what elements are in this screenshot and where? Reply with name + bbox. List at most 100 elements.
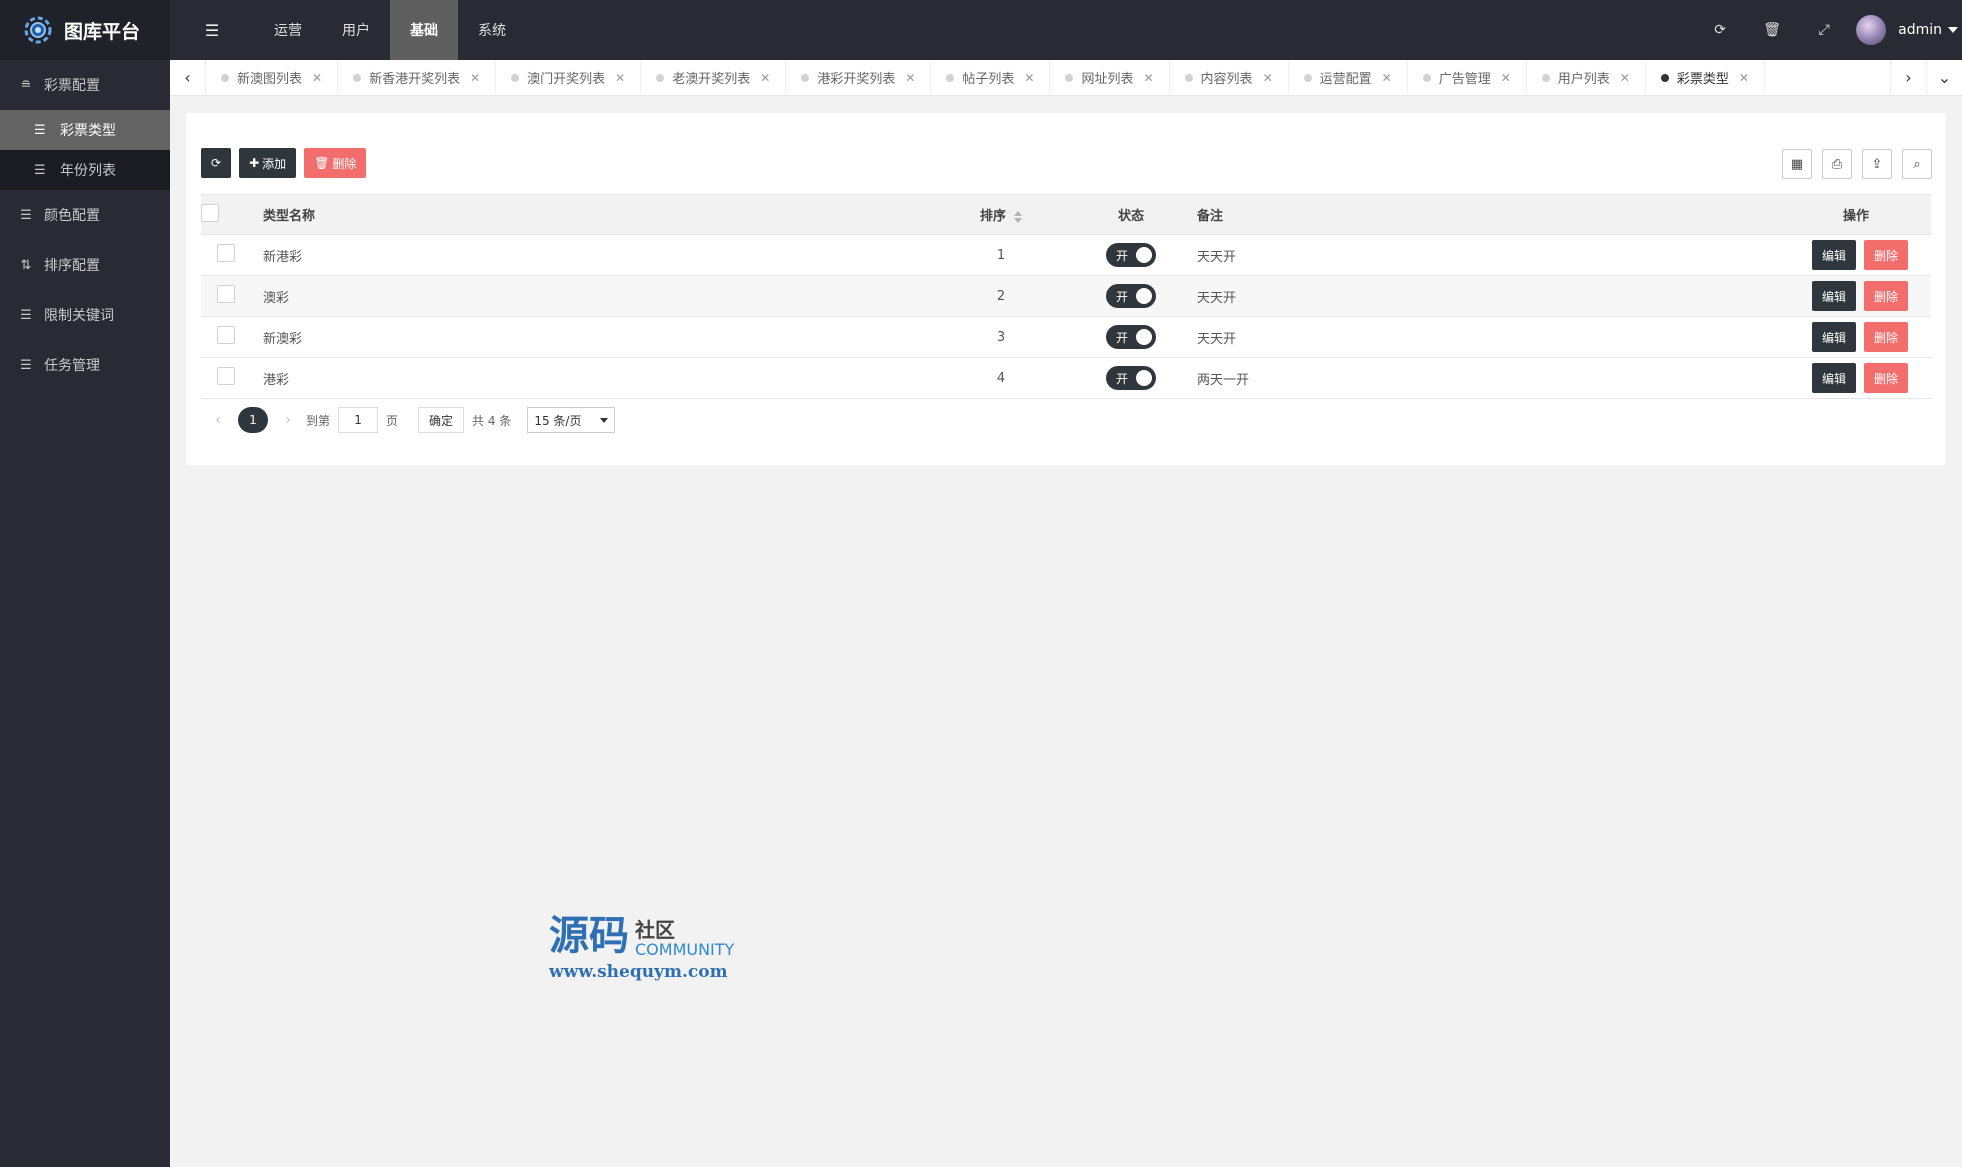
nav-item-basic[interactable]: 基础 bbox=[390, 0, 458, 60]
sidebar-item-lottery-config[interactable]: ≘ 彩票配置 bbox=[0, 60, 170, 110]
tab-dot bbox=[801, 73, 810, 82]
sort-icon[interactable] bbox=[1014, 210, 1022, 223]
status-toggle[interactable]: 开 bbox=[1106, 243, 1156, 267]
row-checkbox[interactable] bbox=[217, 244, 235, 262]
tab-label: 澳门开奖列表 bbox=[527, 72, 606, 87]
app-logo[interactable]: 图库平台 bbox=[0, 0, 170, 60]
tab-item[interactable]: 用户列表 ✕ bbox=[1527, 59, 1646, 96]
tab-item[interactable]: 新香港开奖列表 ✕ bbox=[338, 59, 497, 96]
row-delete-button[interactable]: 删除 bbox=[1864, 281, 1908, 311]
tab-label: 运营配置 bbox=[1319, 72, 1372, 87]
tab-item[interactable]: 老澳开奖列表 ✕ bbox=[641, 59, 787, 96]
edit-button[interactable]: 编辑 bbox=[1812, 240, 1856, 270]
tab-label: 港彩开奖列表 bbox=[817, 72, 896, 87]
refresh-icon: ⟳ bbox=[211, 156, 222, 170]
data-table: 类型名称 排序 状态 备注 操作 新港彩 1 开 天天开 编辑 删除 澳彩 2 开 bbox=[201, 194, 1931, 399]
close-icon[interactable]: ✕ bbox=[1620, 71, 1630, 85]
row-checkbox[interactable] bbox=[217, 285, 235, 303]
nav-item-system[interactable]: 系统 bbox=[458, 0, 526, 60]
next-page-icon[interactable]: › bbox=[278, 412, 298, 428]
status-toggle[interactable]: 开 bbox=[1106, 284, 1156, 308]
nav-item-users[interactable]: 用户 bbox=[322, 0, 390, 60]
edit-button[interactable]: 编辑 bbox=[1812, 363, 1856, 393]
tab-item[interactable]: 网址列表 ✕ bbox=[1050, 59, 1170, 96]
row-delete-button[interactable]: 删除 bbox=[1864, 240, 1908, 270]
row-delete-button[interactable]: 删除 bbox=[1864, 322, 1908, 352]
close-icon[interactable]: ✕ bbox=[1501, 71, 1511, 85]
menu-toggle-icon[interactable]: ☰ bbox=[170, 0, 254, 60]
close-icon[interactable]: ✕ bbox=[1739, 71, 1749, 85]
edit-button[interactable]: 编辑 bbox=[1812, 281, 1856, 311]
trash-icon[interactable]: 🗑 bbox=[1746, 0, 1798, 60]
total-count: 共 4 条 bbox=[472, 413, 512, 428]
sidebar-item-keyword-limit[interactable]: ☰ 限制关键词 bbox=[0, 290, 170, 340]
status-toggle[interactable]: 开 bbox=[1106, 366, 1156, 390]
user-menu[interactable]: admin bbox=[1850, 15, 1962, 45]
list-icon: ☰ bbox=[34, 162, 46, 178]
columns-icon[interactable]: ▦ bbox=[1782, 149, 1812, 179]
content-card: ⟳ ✚ 添加 🗑 删除 ▦ ⎙ ⇪ ⌕ 类型名称 排序 状态 备注 操作 新港彩 1… bbox=[186, 113, 1946, 465]
tab-label: 广告管理 bbox=[1438, 72, 1491, 87]
cell-name: 澳彩 bbox=[251, 275, 931, 317]
close-icon[interactable]: ✕ bbox=[615, 71, 625, 85]
sidebar-subitem-label: 年份列表 bbox=[60, 163, 116, 179]
row-delete-button[interactable]: 删除 bbox=[1864, 363, 1908, 393]
sidebar-item-color-config[interactable]: ☰ 颜色配置 bbox=[0, 190, 170, 240]
sidebar-item-task-manage[interactable]: ☰ 任务管理 bbox=[0, 340, 170, 390]
fullscreen-icon[interactable]: ⤢ bbox=[1798, 0, 1850, 60]
chevron-right-icon[interactable]: › bbox=[1890, 59, 1926, 96]
tab-item[interactable]: 广告管理 ✕ bbox=[1408, 59, 1527, 96]
edit-button[interactable]: 编辑 bbox=[1812, 322, 1856, 352]
sidebar-item-label: 颜色配置 bbox=[44, 208, 100, 224]
sidebar-subitem-lottery-type[interactable]: ☰ 彩票类型 bbox=[0, 110, 170, 150]
header-sort[interactable]: 排序 bbox=[931, 194, 1071, 235]
refresh-icon[interactable]: ⟳ bbox=[1694, 0, 1746, 60]
tab-label: 网址列表 bbox=[1081, 72, 1134, 87]
page-input[interactable]: 1 bbox=[338, 407, 379, 433]
refresh-button[interactable]: ⟳ bbox=[201, 148, 232, 178]
tab-item[interactable]: 帖子列表 ✕ bbox=[931, 59, 1051, 96]
tab-item-active[interactable]: 彩票类型 ✕ bbox=[1646, 59, 1765, 96]
watermark-url: www.shequym.com bbox=[549, 962, 728, 982]
sidebar-item-label: 限制关键词 bbox=[44, 308, 114, 324]
tab-item[interactable]: 新澳图列表 ✕ bbox=[206, 59, 339, 96]
close-icon[interactable]: ✕ bbox=[1143, 71, 1153, 85]
page-size-select[interactable]: 15 条/页 bbox=[527, 407, 616, 433]
tab-item[interactable]: 澳门开奖列表 ✕ bbox=[496, 59, 642, 96]
select-all-cell bbox=[201, 194, 251, 235]
delete-button[interactable]: 🗑 删除 bbox=[304, 148, 367, 178]
table-row: 新澳彩 3 开 天天开 编辑 删除 bbox=[201, 316, 1931, 358]
tab-label: 老澳开奖列表 bbox=[672, 72, 751, 87]
close-icon[interactable]: ✕ bbox=[1382, 71, 1392, 85]
goto-confirm-button[interactable]: 确定 bbox=[418, 407, 465, 433]
sidebar-item-sort-config[interactable]: ⇅ 排序配置 bbox=[0, 240, 170, 290]
tab-dot bbox=[656, 73, 665, 82]
row-checkbox[interactable] bbox=[217, 367, 235, 385]
close-icon[interactable]: ✕ bbox=[1024, 71, 1034, 85]
nav-item-operations[interactable]: 运营 bbox=[254, 0, 322, 60]
export-icon[interactable]: ⇪ bbox=[1862, 149, 1892, 179]
row-checkbox[interactable] bbox=[217, 326, 235, 344]
top-nav: 运营 用户 基础 系统 bbox=[254, 0, 526, 60]
close-icon[interactable]: ✕ bbox=[1263, 71, 1273, 85]
header-name: 类型名称 bbox=[251, 194, 931, 235]
chevron-left-icon[interactable]: ‹ bbox=[170, 59, 206, 96]
sidebar-subitem-year-list[interactable]: ☰ 年份列表 bbox=[0, 150, 170, 190]
add-button[interactable]: ✚ 添加 bbox=[239, 148, 297, 178]
close-icon[interactable]: ✕ bbox=[905, 71, 915, 85]
close-icon[interactable]: ✕ bbox=[760, 71, 770, 85]
search-icon[interactable]: ⌕ bbox=[1902, 149, 1932, 179]
status-toggle[interactable]: 开 bbox=[1106, 325, 1156, 349]
select-all-checkbox[interactable] bbox=[201, 203, 219, 222]
close-icon[interactable]: ✕ bbox=[312, 71, 322, 85]
tab-item[interactable]: 港彩开奖列表 ✕ bbox=[786, 59, 932, 96]
chevron-down-icon[interactable]: ⌄ bbox=[1926, 59, 1962, 96]
print-icon[interactable]: ⎙ bbox=[1822, 149, 1852, 179]
close-icon[interactable]: ✕ bbox=[470, 71, 480, 85]
prev-page-icon[interactable]: ‹ bbox=[208, 412, 228, 428]
cell-status: 开 bbox=[1071, 275, 1191, 317]
current-page[interactable]: 1 bbox=[238, 407, 268, 433]
tab-item[interactable]: 内容列表 ✕ bbox=[1170, 59, 1289, 96]
table-row: 港彩 4 开 两天一开 编辑 删除 bbox=[201, 357, 1931, 399]
tab-item[interactable]: 运营配置 ✕ bbox=[1289, 59, 1408, 96]
